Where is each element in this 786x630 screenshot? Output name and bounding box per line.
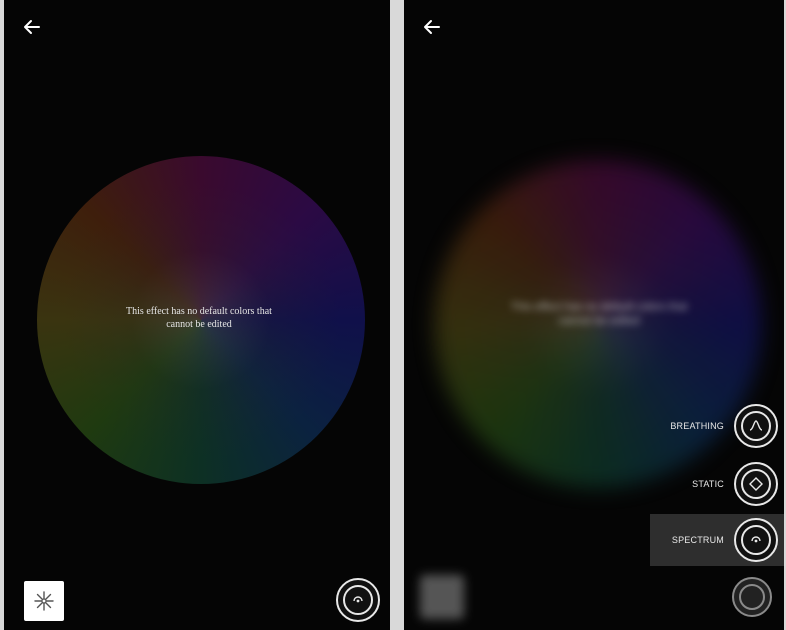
spectrum-icon — [353, 596, 363, 603]
static-icon — [749, 477, 763, 491]
wheel-message: This effect has no default colors that c… — [94, 305, 304, 331]
sparkle-button-blurred — [420, 575, 464, 619]
menu-item-static[interactable]: STATIC — [692, 458, 784, 510]
left-screen: This effect has no default colors that c… — [4, 0, 390, 630]
wheel-message-blurred: This effect has no default colors that c… — [504, 300, 694, 328]
spectrum-icon — [739, 584, 765, 610]
menu-item-breathing[interactable]: BREATHING — [670, 400, 784, 452]
wheel-message-blurred-line1: This effect has no default colors that — [510, 301, 688, 313]
menu-item-spectrum[interactable]: SPECTRUM — [650, 514, 784, 566]
menu-item-label: STATIC — [692, 479, 724, 489]
menu-item-label: BREATHING — [670, 421, 724, 431]
wheel-message-line2: cannot be edited — [166, 319, 232, 330]
static-button[interactable] — [734, 462, 778, 506]
spectrum-icon — [751, 536, 761, 543]
breathing-icon — [749, 420, 763, 431]
effect-fab-button[interactable] — [336, 578, 380, 622]
sparkle-button[interactable] — [24, 581, 64, 621]
sparkle-icon — [34, 591, 54, 611]
wheel-message-line1: This effect has no default colors that — [126, 306, 272, 317]
menu-item-label: SPECTRUM — [671, 535, 724, 545]
effect-fab-button-dimmed[interactable] — [732, 577, 772, 617]
arrow-left-icon[interactable] — [420, 15, 444, 39]
breathing-button[interactable] — [734, 404, 778, 448]
screenshot-frame: This effect has no default colors that c… — [0, 0, 786, 630]
right-screen: This effect has no default colors that c… — [404, 0, 784, 630]
wheel-message-blurred-line2: cannot be edited — [558, 315, 640, 327]
spectrum-button[interactable] — [734, 518, 778, 562]
arrow-left-icon[interactable] — [20, 15, 44, 39]
